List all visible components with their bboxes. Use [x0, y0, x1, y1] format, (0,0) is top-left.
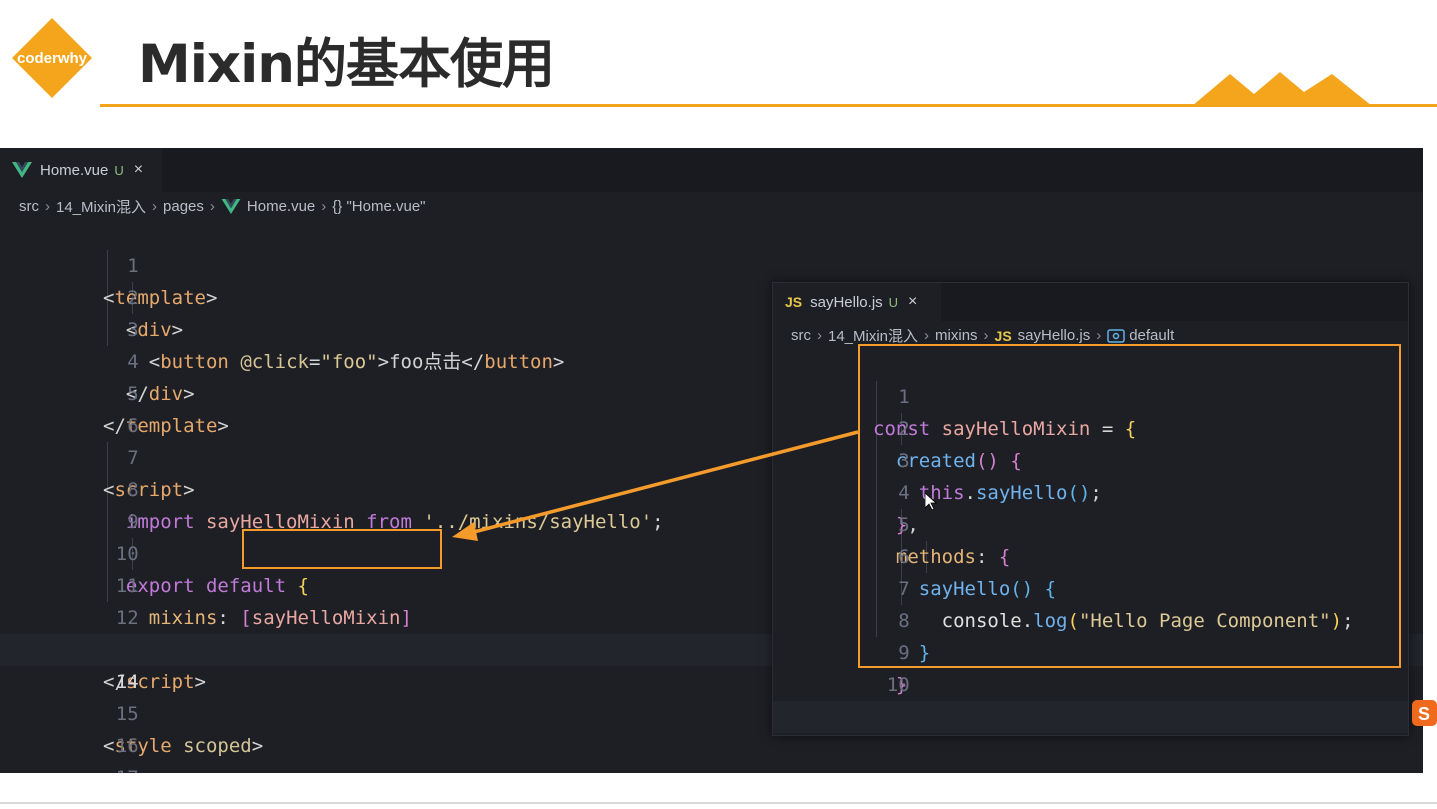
- breadcrumb-item[interactable]: default: [1129, 327, 1174, 344]
- mixin-object-highlight-box: [858, 344, 1401, 668]
- chevron-right-icon: ›: [817, 327, 822, 344]
- breadcrumb-item[interactable]: 14_Mixin混入: [56, 196, 146, 217]
- popup-tabbar: JS sayHello.js U ×: [773, 283, 1408, 321]
- chevron-right-icon: ›: [924, 327, 930, 344]
- coderwhy-logo: coderwhy: [12, 18, 92, 98]
- editor-tabbar: Home.vue U ×: [0, 148, 1423, 192]
- code-line: 2 <div>: [0, 250, 1423, 341]
- chevron-right-icon: ›: [152, 197, 158, 215]
- tab-home-vue[interactable]: Home.vue U ×: [0, 148, 162, 192]
- mountain-decoration: [1192, 72, 1372, 106]
- tab-filename: Home.vue: [40, 161, 109, 179]
- slide-header: coderwhy Mixin的基本使用: [0, 0, 1437, 110]
- chevron-right-icon: ›: [45, 197, 50, 215]
- breadcrumb-item[interactable]: mixins: [935, 327, 978, 344]
- input-method-icon[interactable]: S: [1410, 696, 1437, 730]
- js-file-icon: JS: [994, 327, 1012, 344]
- breadcrumb-item[interactable]: 14_Mixin混入: [828, 325, 918, 346]
- slide-bottom-divider: [0, 802, 1437, 804]
- close-icon[interactable]: ×: [908, 293, 917, 311]
- line-number: 12: [842, 733, 910, 735]
- svg-text:S: S: [1418, 704, 1430, 724]
- tab-status: U: [114, 162, 124, 178]
- slide-title: Mixin的基本使用: [138, 34, 555, 95]
- close-icon[interactable]: ×: [134, 161, 143, 179]
- line-number: 17: [69, 762, 139, 773]
- active-code-line: 12 export default sayHelloMixin;: [773, 701, 1408, 733]
- tab-status: U: [888, 294, 899, 310]
- header-divider: [100, 104, 1437, 107]
- chevron-right-icon: ›: [321, 197, 327, 215]
- chevron-right-icon: ›: [209, 197, 215, 215]
- code-line: 1 <template>: [0, 218, 1423, 309]
- logo-text: coderwhy: [17, 50, 88, 67]
- breadcrumb-item[interactable]: {} "Home.vue": [332, 198, 425, 215]
- breadcrumb-item[interactable]: Home.vue: [247, 198, 315, 215]
- chevron-right-icon: ›: [1096, 327, 1102, 344]
- breadcrumb-item[interactable]: src: [19, 198, 39, 215]
- js-file-icon: JS: [785, 294, 803, 310]
- chevron-right-icon: ›: [983, 327, 989, 344]
- tab-filename: sayHello.js: [810, 293, 883, 311]
- popup-breadcrumb: src › 14_Mixin混入 › mixins › JS sayHello.js ›…: [791, 325, 1174, 346]
- mouse-pointer-icon: [925, 493, 937, 511]
- tab-sayhello-js[interactable]: JS sayHello.js U ×: [773, 283, 941, 321]
- vue-icon: [12, 162, 32, 178]
- code-line: 11: [773, 669, 1408, 728]
- breadcrumb: src › 14_Mixin混入 › pages › Home.vue › {} "Ho…: [19, 194, 425, 218]
- vue-icon: [221, 198, 241, 214]
- mixins-highlight-box: [242, 529, 442, 569]
- breadcrumb-item[interactable]: pages: [163, 198, 204, 215]
- breadcrumb-item[interactable]: src: [791, 327, 811, 344]
- variable-icon: [1107, 328, 1125, 343]
- breadcrumb-item[interactable]: sayHello.js: [1018, 327, 1091, 344]
